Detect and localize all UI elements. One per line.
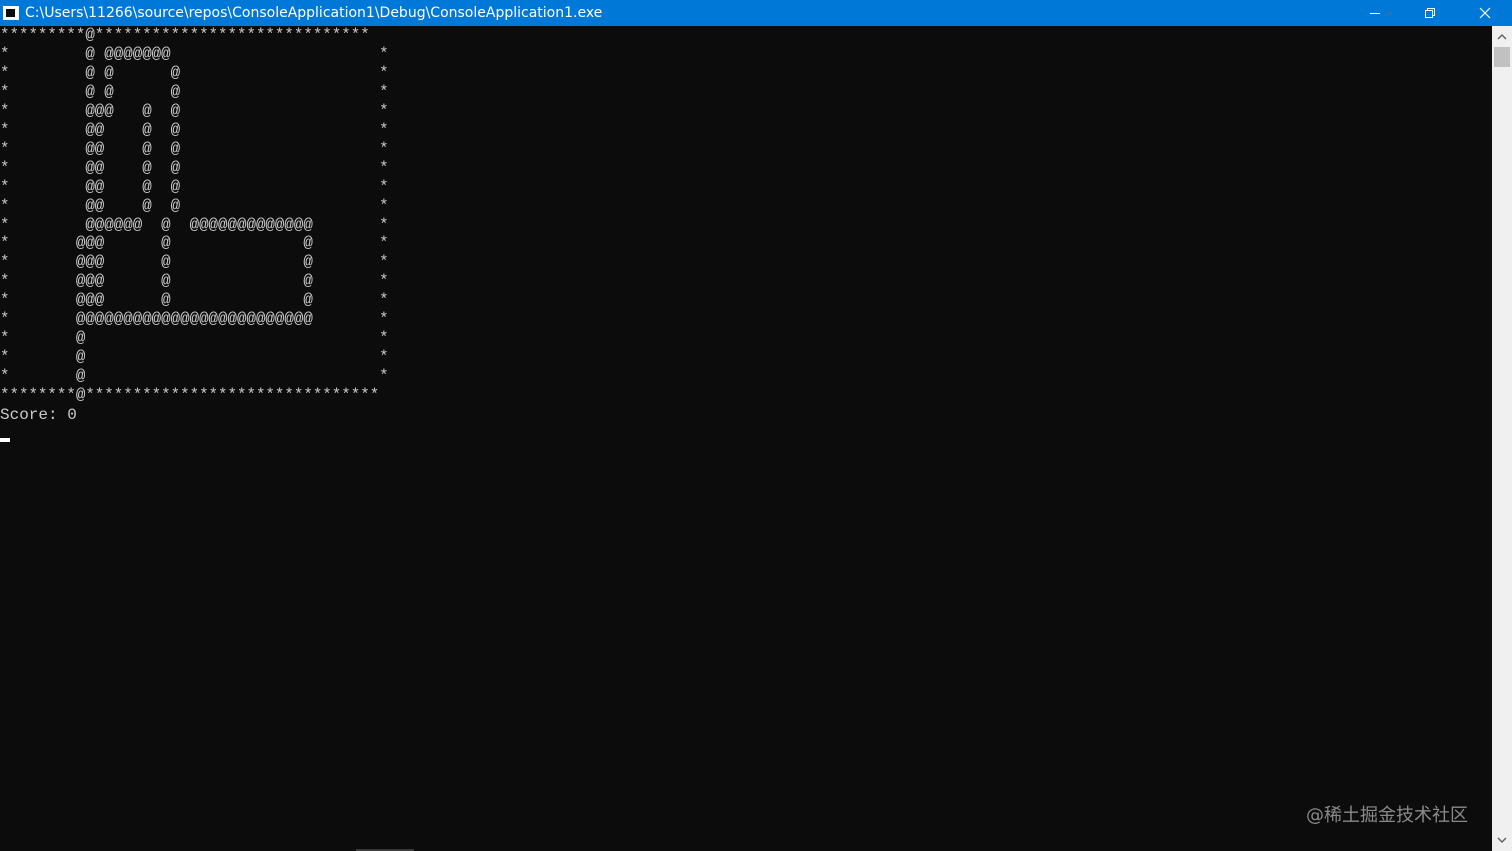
close-button[interactable] xyxy=(1457,0,1512,26)
title-bar[interactable]: C:\Users\11266\source\repos\ConsoleAppli… xyxy=(0,0,1512,26)
scroll-down-arrow-icon xyxy=(1497,837,1507,843)
minimize-icon xyxy=(1369,13,1380,14)
text-cursor xyxy=(0,438,10,442)
scroll-thumb[interactable] xyxy=(1494,47,1510,67)
score-readout: Score: 0 xyxy=(0,406,77,424)
console-window: C:\Users\11266\source\repos\ConsoleAppli… xyxy=(0,0,1512,851)
scroll-up-arrow-icon xyxy=(1497,34,1507,40)
window-title: C:\Users\11266\source\repos\ConsoleAppli… xyxy=(25,5,603,21)
restore-button[interactable] xyxy=(1402,0,1457,26)
vertical-scrollbar[interactable] xyxy=(1492,26,1512,851)
scroll-up-button[interactable] xyxy=(1492,28,1512,46)
watermark: @稀土掘金技术社区 xyxy=(1306,805,1468,826)
window-controls xyxy=(1347,0,1512,26)
scroll-down-button[interactable] xyxy=(1492,831,1512,849)
game-board: *********@***************************** … xyxy=(0,26,389,405)
console-app-icon[interactable] xyxy=(3,6,19,20)
console-output-area[interactable]: *********@***************************** … xyxy=(0,26,1492,851)
minimize-button[interactable] xyxy=(1347,0,1402,26)
close-icon xyxy=(1479,7,1490,19)
restore-icon xyxy=(1424,8,1435,18)
